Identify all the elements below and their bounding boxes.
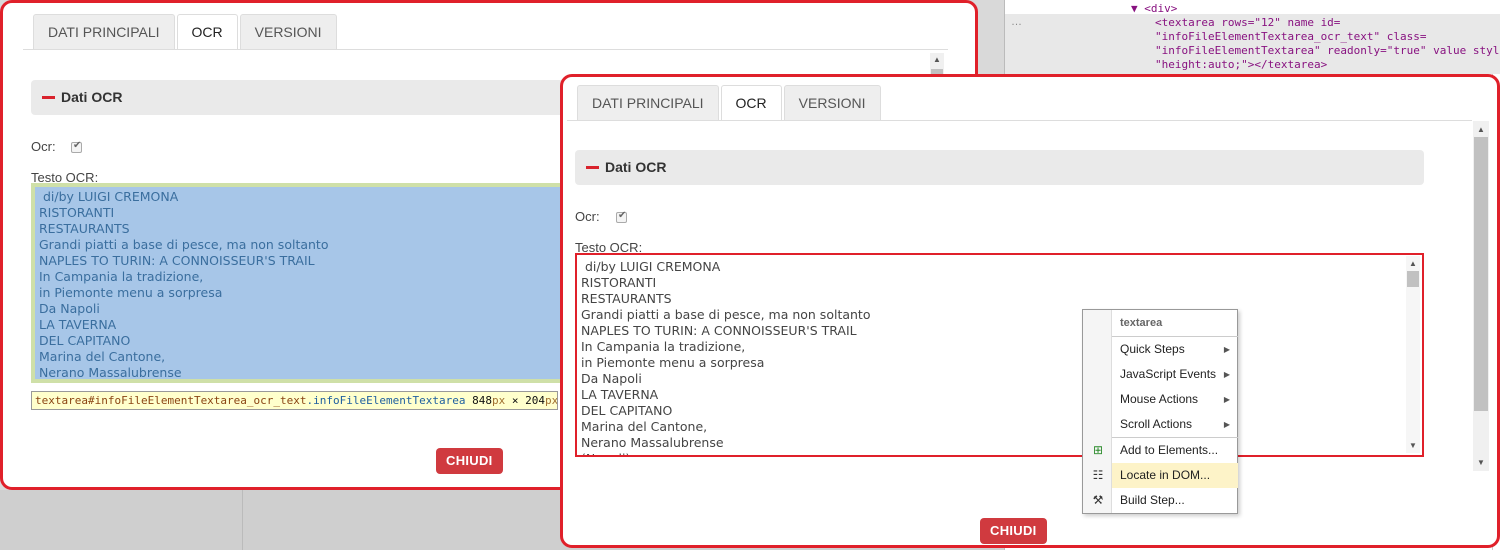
collapse-icon[interactable] — [586, 166, 599, 169]
tab-ocr[interactable]: OCR — [720, 85, 782, 121]
tooltip-unit: px — [544, 394, 558, 407]
tab-divider — [567, 120, 1472, 121]
tab-versioni[interactable]: VERSIONI — [239, 14, 337, 49]
panel-title: Dati OCR — [605, 159, 667, 175]
tree-icon: ☷ — [1092, 468, 1104, 482]
submenu-arrow-icon: ▶ — [1223, 370, 1230, 379]
ocr-checkbox[interactable] — [71, 140, 82, 153]
menu-item-build-step[interactable]: Build Step... — [1112, 488, 1238, 513]
scroll-up-icon[interactable]: ▲ — [1406, 259, 1420, 268]
icon-gutter — [1083, 310, 1112, 513]
dom-node-textarea[interactable]: <textarea rows="12" name id= — [1155, 16, 1340, 29]
dom-node-attr: "infoFileElementTextarea" readonly="true… — [1155, 44, 1500, 57]
tooltip-width: 848 — [472, 394, 492, 407]
tooltip-times: × — [505, 394, 526, 407]
scroll-down-icon[interactable]: ▼ — [1473, 458, 1489, 467]
tooltip-unit: px — [491, 394, 506, 407]
tooltip-height: 204 — [525, 394, 545, 407]
context-menu-header: textarea — [1120, 317, 1163, 329]
submenu-arrow-icon: ▶ — [1223, 395, 1230, 404]
scroll-up-icon[interactable]: ▲ — [1473, 125, 1489, 134]
menu-item-label: Quick Steps — [1120, 342, 1185, 356]
ocr-label: Ocr: — [575, 209, 600, 224]
close-button[interactable]: CHIUDI — [436, 448, 503, 474]
tab-divider — [23, 49, 948, 50]
panel-title: Dati OCR — [61, 89, 123, 105]
menu-item-label: Mouse Actions — [1120, 392, 1199, 406]
ocr-textarea-highlighted[interactable]: di/by LUIGI CREMONA RISTORANTI RESTAURAN… — [31, 183, 571, 383]
menu-item-mouse-actions[interactable]: Mouse Actions ▶ — [1112, 387, 1238, 412]
dom-node-div[interactable]: ▼ <div> — [1131, 2, 1177, 15]
collapse-icon[interactable] — [42, 96, 55, 99]
tooltip-selector: textarea#infoFileElementTextarea_ocr_tex… — [35, 394, 307, 407]
scroll-thumb[interactable] — [1407, 271, 1419, 287]
submenu-arrow-icon: ▶ — [1223, 345, 1230, 354]
tooltip-class: .infoFileElementTextarea — [306, 394, 466, 407]
context-menu: textarea Quick Steps ▶ JavaScript Events ▶… — [1082, 309, 1238, 514]
tab-versioni[interactable]: VERSIONI — [783, 85, 881, 120]
add-element-icon: ⊞ — [1092, 443, 1104, 457]
modal-scrollbar[interactable]: ▲ ▼ — [1473, 121, 1489, 471]
ocr-checkbox[interactable] — [616, 210, 627, 223]
menu-item-locate-in-dom[interactable]: Locate in DOM... — [1112, 463, 1238, 488]
dom-node-attr: "height:auto;"></textarea> — [1155, 58, 1328, 71]
hammer-icon: ⚒ — [1092, 493, 1104, 507]
menu-item-label: JavaScript Events — [1120, 367, 1217, 381]
panel-header[interactable]: Dati OCR — [31, 80, 591, 115]
menu-item-scroll-actions[interactable]: Scroll Actions ▶ — [1112, 412, 1238, 437]
tab-dati-principali[interactable]: DATI PRINCIPALI — [33, 14, 175, 49]
panel-header[interactable]: Dati OCR — [575, 150, 1424, 185]
ocr-textarea-selected[interactable]: di/by LUIGI CREMONA RISTORANTI RESTAURAN… — [575, 253, 1424, 457]
ocr-label: Ocr: — [31, 139, 56, 154]
scroll-down-icon[interactable]: ▼ — [1406, 441, 1420, 450]
scroll-thumb[interactable] — [1474, 137, 1488, 411]
tab-ocr[interactable]: OCR — [176, 14, 238, 50]
textarea-scrollbar[interactable]: ▲ ▼ — [1406, 256, 1420, 453]
more-icon[interactable]: … — [1011, 16, 1022, 28]
menu-item-javascript-events[interactable]: JavaScript Events ▶ — [1112, 362, 1238, 387]
tab-dati-principali[interactable]: DATI PRINCIPALI — [577, 85, 719, 120]
dom-node-attr: "infoFileElementTextarea_ocr_text" class… — [1155, 30, 1427, 43]
submenu-arrow-icon: ▶ — [1223, 420, 1230, 429]
menu-item-add-to-elements[interactable]: Add to Elements... — [1112, 438, 1238, 463]
menu-item-label: Scroll Actions — [1120, 417, 1193, 431]
close-button[interactable]: CHIUDI — [980, 518, 1047, 544]
scroll-up-icon[interactable]: ▲ — [930, 55, 944, 64]
element-inspector-tooltip: textarea#infoFileElementTextarea_ocr_tex… — [31, 391, 558, 410]
menu-item-quick-steps[interactable]: Quick Steps ▶ — [1112, 337, 1238, 362]
